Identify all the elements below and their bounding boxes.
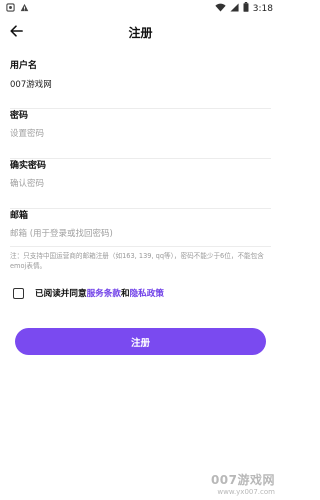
confirm-password-label: 确实密码 (10, 161, 47, 171)
app-bar: 注册 (0, 17, 281, 47)
username-field: 用户名 (10, 58, 271, 109)
username-label: 用户名 (10, 61, 38, 71)
status-time: 3:18 (252, 3, 273, 14)
email-input[interactable] (10, 225, 260, 243)
agreement-text: 已阅读并同意 服务条款和隐私政策 (35, 287, 164, 299)
warning-icon (20, 3, 29, 15)
password-field: 密码 (10, 108, 271, 159)
email-field: 邮箱 (10, 208, 271, 247)
status-bar: 3:18 (0, 0, 281, 16)
terms-of-service-link[interactable]: 服务条款 (87, 287, 121, 299)
watermark-url: www.yx007.com (217, 488, 275, 496)
password-input[interactable] (10, 125, 260, 143)
username-input[interactable] (10, 75, 260, 93)
confirm-password-field: 确实密码 (10, 158, 271, 209)
confirm-password-input[interactable] (10, 175, 260, 193)
cellular-signal-icon (230, 2, 239, 15)
registration-note: 注：只支持中国运营商的邮箱注册（如163, 139, qq等），密码不能少于6位… (10, 252, 264, 270)
privacy-policy-link[interactable]: 隐私政策 (130, 287, 164, 299)
agreement-prefix: 已阅读并同意 (35, 289, 87, 299)
android-notification-icon (6, 3, 15, 15)
battery-icon (243, 2, 249, 15)
agreement-row: 已阅读并同意 服务条款和隐私政策 (13, 285, 164, 301)
watermark: 007游戏网 www.yx007.com (211, 471, 275, 496)
agreement-checkbox[interactable] (13, 287, 24, 299)
watermark-main: 007游戏网 (210, 473, 275, 487)
register-button[interactable]: 注册 (15, 328, 266, 355)
password-label: 密码 (10, 111, 29, 121)
agreement-conjunction: 和 (120, 289, 130, 299)
page-title: 注册 (128, 26, 153, 40)
wifi-icon (215, 3, 226, 15)
email-label: 邮箱 (10, 211, 29, 221)
